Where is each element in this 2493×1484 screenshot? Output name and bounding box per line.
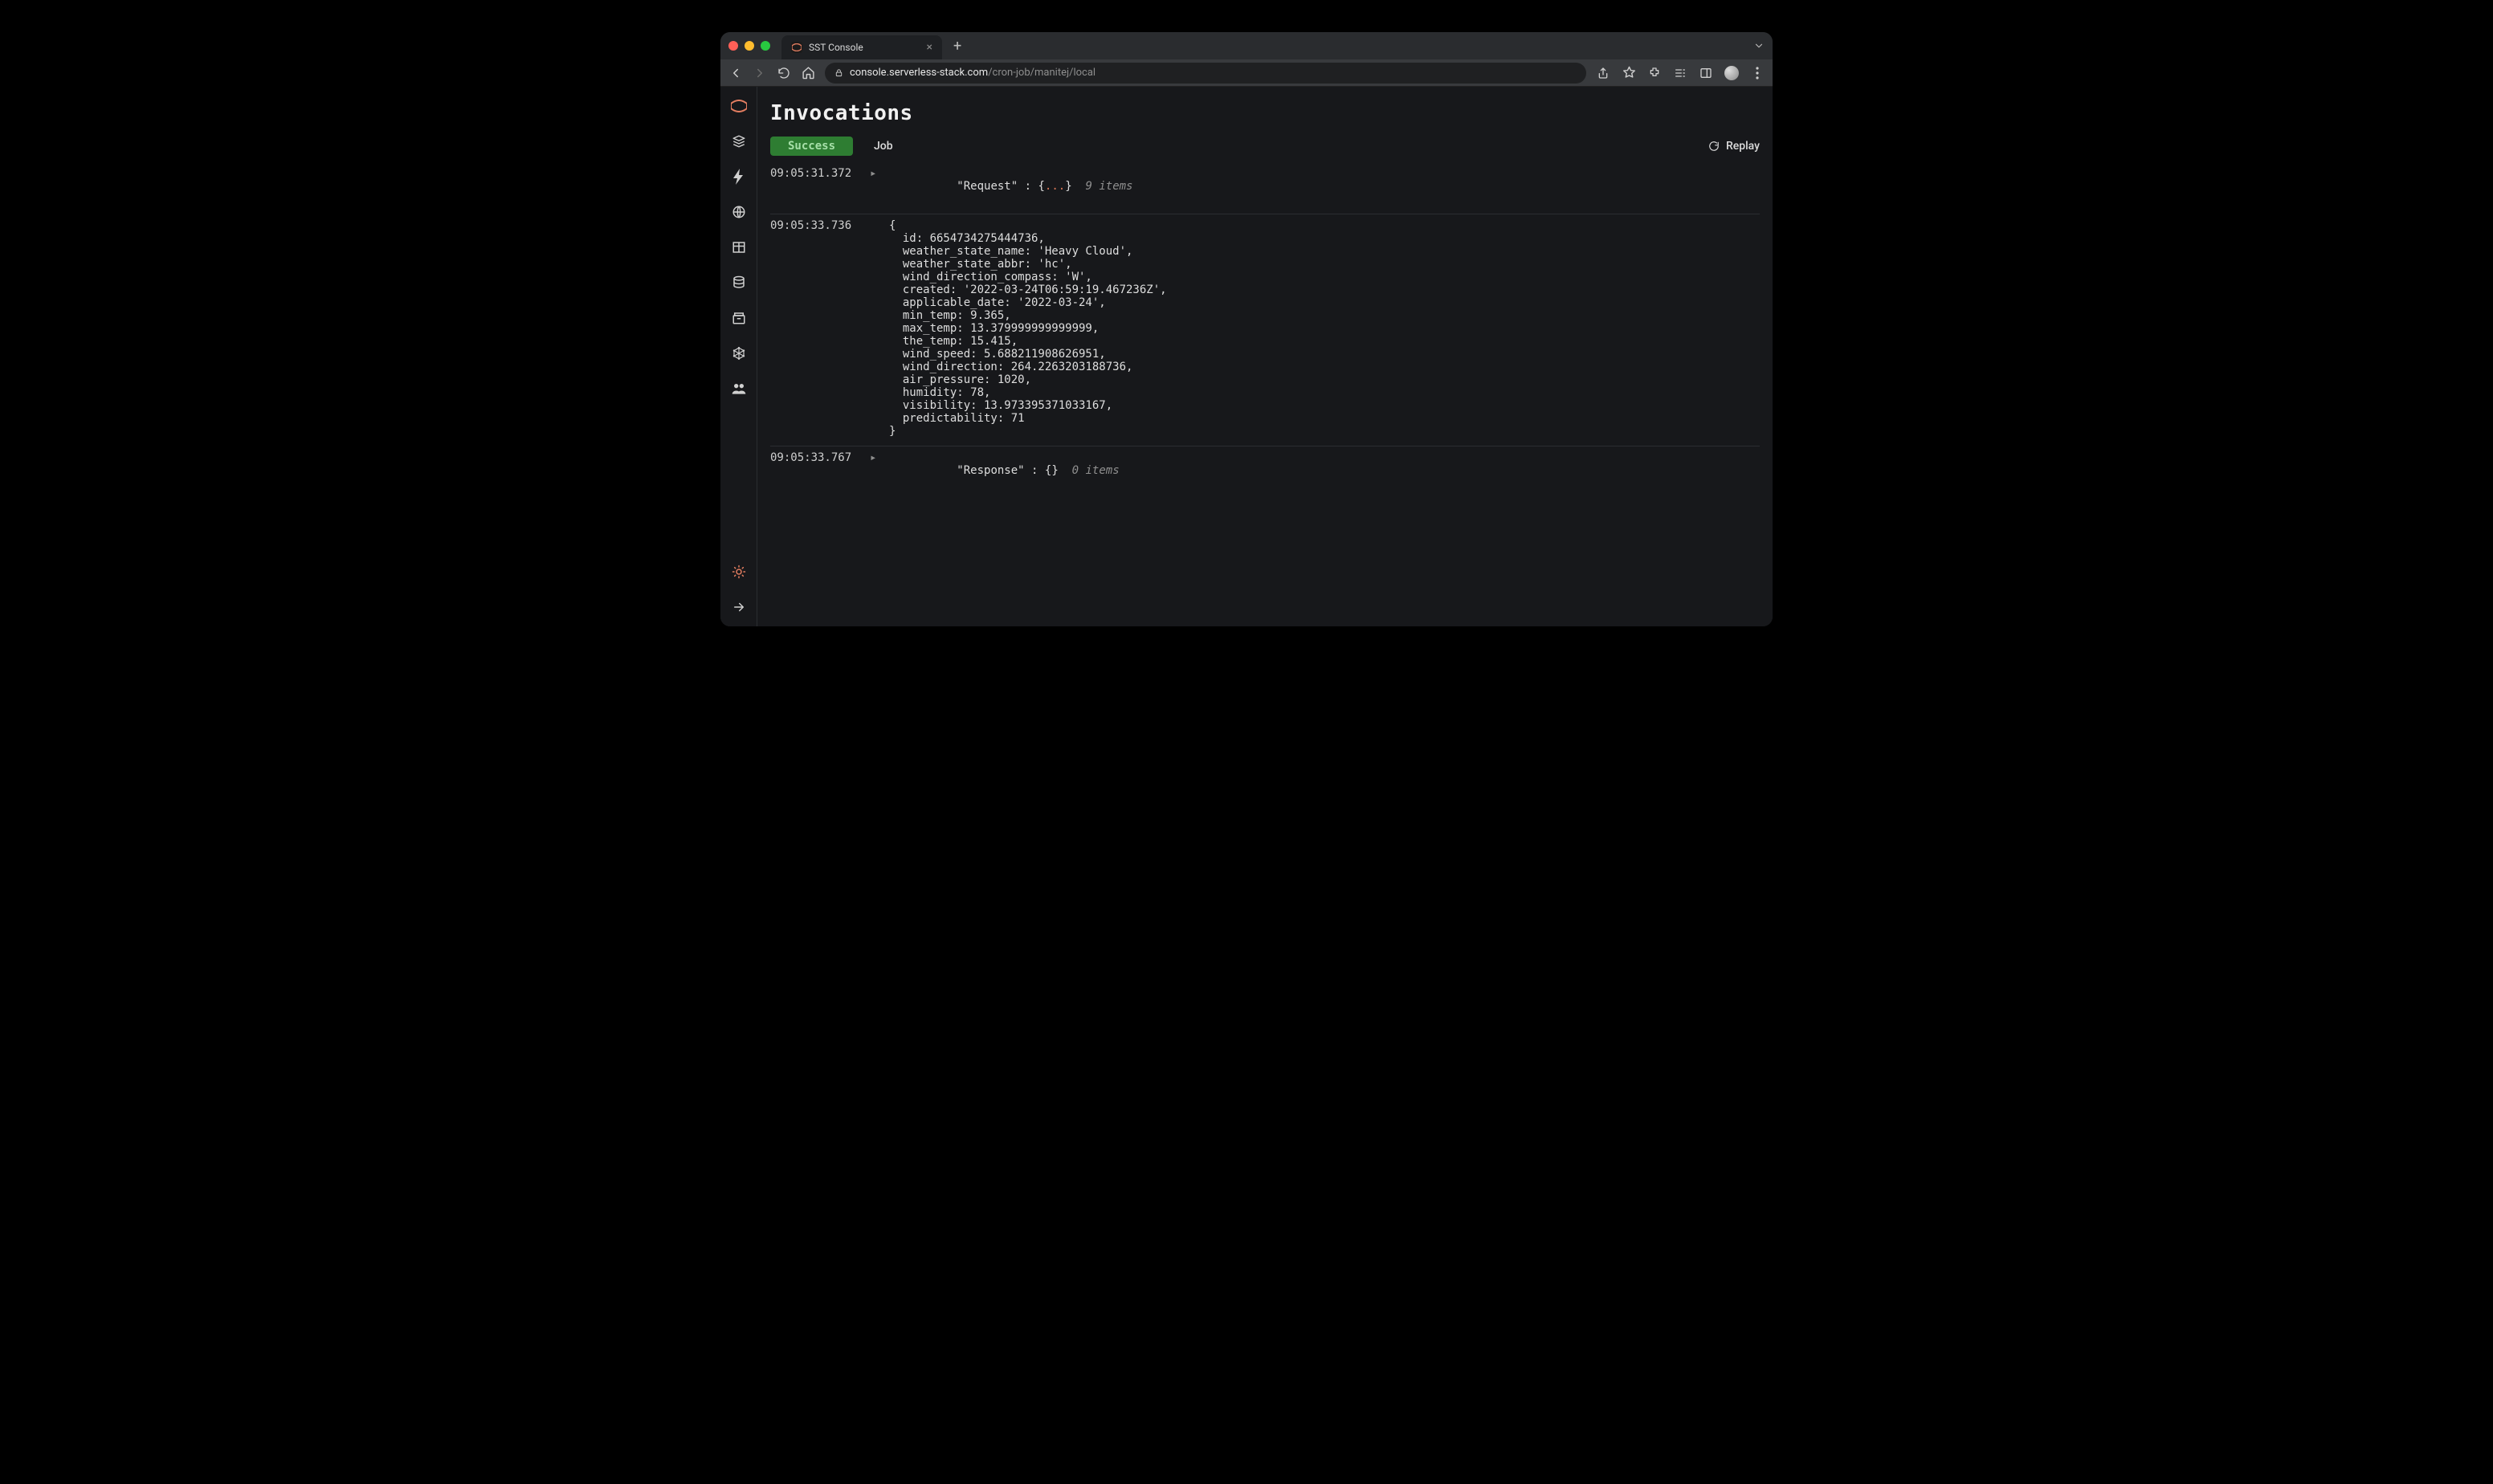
log-row-response[interactable]: 09:05:33.767 ▸ "Response" : {} 0 items xyxy=(770,446,1760,495)
log-content: "Response" : {} 0 items xyxy=(889,451,1120,490)
profile-avatar[interactable] xyxy=(1724,66,1739,80)
sidebar-item-stacks[interactable] xyxy=(731,133,747,149)
log-row-body: 09:05:33.736 { id: 6654734275444736, wea… xyxy=(770,214,1760,446)
sidebar-item-cognito[interactable] xyxy=(731,381,747,397)
extensions-icon[interactable] xyxy=(1647,66,1662,80)
reload-button[interactable] xyxy=(777,66,791,80)
side-panel-icon[interactable] xyxy=(1699,66,1713,80)
log-row-request[interactable]: 09:05:31.372 ▸ "Request" : {...} 9 items xyxy=(770,162,1760,214)
app-root: Invocations Success Job Replay 09:05:31.… xyxy=(720,87,1773,626)
sidebar-item-buckets[interactable] xyxy=(731,310,747,326)
expand-caret-icon[interactable]: ▸ xyxy=(870,451,878,464)
sidebar xyxy=(720,87,757,626)
browser-tab[interactable]: SST Console × xyxy=(781,35,942,59)
sidebar-logo-icon[interactable] xyxy=(731,98,747,114)
sidebar-item-database[interactable] xyxy=(731,275,747,291)
forward-button[interactable] xyxy=(753,66,767,80)
page-title: Invocations xyxy=(770,101,1760,125)
log-timestamp: 09:05:33.767 xyxy=(770,451,859,464)
sidebar-collapse-icon[interactable] xyxy=(731,599,747,615)
minimize-window-button[interactable] xyxy=(745,41,754,51)
job-label: Job xyxy=(874,140,893,153)
url-path: /cron-job/manitej/local xyxy=(988,67,1096,79)
sidebar-item-tables[interactable] xyxy=(731,239,747,255)
replay-label: Replay xyxy=(1726,140,1760,153)
main-content: Invocations Success Job Replay 09:05:31.… xyxy=(757,87,1773,626)
browser-tab-title: SST Console xyxy=(809,42,863,53)
back-button[interactable] xyxy=(728,66,743,80)
browser-address-bar: console.serverless-stack.com/cron-job/ma… xyxy=(720,59,1773,87)
window-menu-chevron-icon[interactable] xyxy=(1753,40,1765,51)
sidebar-item-functions[interactable] xyxy=(731,169,747,185)
sidebar-item-graphql[interactable] xyxy=(731,345,747,361)
browser-tabstrip: SST Console × + xyxy=(720,32,1773,59)
log-timestamp: 09:05:31.372 xyxy=(770,167,859,180)
log-content: { id: 6654734275444736, weather_state_na… xyxy=(889,219,1167,438)
bookmark-star-icon[interactable] xyxy=(1622,66,1636,80)
theme-toggle-icon[interactable] xyxy=(731,564,747,580)
replay-button[interactable]: Replay xyxy=(1708,140,1760,153)
lock-icon xyxy=(834,68,843,77)
browser-window: SST Console × + console.serverless-stack… xyxy=(720,32,1773,626)
close-window-button[interactable] xyxy=(728,41,738,51)
maximize-window-button[interactable] xyxy=(761,41,770,51)
log-content: "Request" : {...} 9 items xyxy=(889,167,1133,206)
favicon-icon xyxy=(791,42,802,53)
new-tab-button[interactable]: + xyxy=(949,38,966,55)
window-controls xyxy=(728,41,770,51)
reading-list-icon[interactable] xyxy=(1673,66,1687,80)
share-icon[interactable] xyxy=(1596,66,1610,80)
kebab-menu-icon[interactable] xyxy=(1750,66,1765,80)
url-input[interactable]: console.serverless-stack.com/cron-job/ma… xyxy=(825,63,1586,84)
home-button[interactable] xyxy=(801,66,815,80)
expand-caret-icon[interactable]: ▸ xyxy=(870,167,878,180)
replay-icon xyxy=(1708,141,1720,152)
url-host: console.serverless-stack.com xyxy=(850,67,988,79)
sidebar-item-api[interactable] xyxy=(731,204,747,220)
status-badge: Success xyxy=(770,137,853,156)
invocation-header: Success Job Replay xyxy=(770,137,1760,156)
log-timestamp: 09:05:33.736 xyxy=(770,219,859,232)
close-tab-icon[interactable]: × xyxy=(927,42,932,53)
